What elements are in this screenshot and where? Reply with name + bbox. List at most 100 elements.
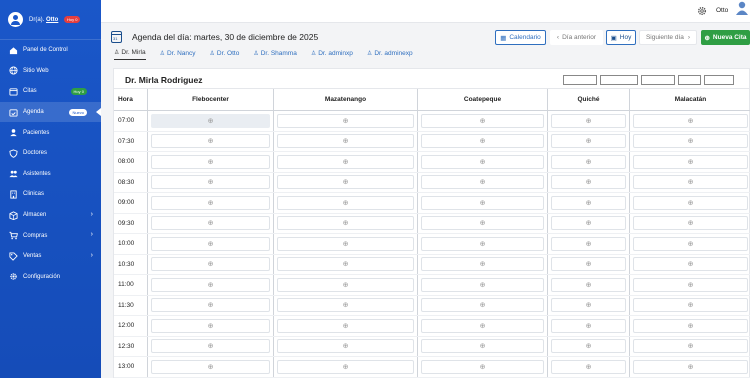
add-appointment-slot[interactable]: ⊕ — [277, 318, 414, 333]
add-appointment-slot[interactable]: ⊕ — [277, 154, 414, 169]
sidebar-item-panel-de-control[interactable]: Panel de Control — [0, 40, 101, 61]
add-appointment-slot[interactable]: ⊕ — [421, 216, 544, 231]
sidebar-item-agenda[interactable]: Agenda Nuevo — [0, 101, 101, 123]
sidebar-item-pacientes[interactable]: Pacientes — [0, 122, 101, 143]
add-appointment-slot[interactable]: ⊕ — [551, 257, 626, 272]
add-appointment-slot[interactable]: ⊕ — [633, 134, 748, 149]
add-appointment-slot[interactable]: ⊕ — [277, 339, 414, 354]
add-appointment-slot[interactable]: ⊕ — [551, 216, 626, 231]
tab-dr-mirla[interactable]: ♙ Dr. Mirla — [114, 47, 146, 60]
add-appointment-slot[interactable]: ⊕ — [551, 154, 626, 169]
table-row: 13:00 ⊕ ⊕ ⊕ ⊕ ⊕ — [114, 357, 750, 378]
add-appointment-slot[interactable]: ⊕ — [551, 359, 626, 374]
add-appointment-slot[interactable]: ⊕ — [421, 339, 544, 354]
add-appointment-slot[interactable]: ⊕ — [151, 236, 270, 251]
add-appointment-slot[interactable]: ⊕ — [633, 257, 748, 272]
sidebar-item-doctores[interactable]: Doctores — [0, 143, 101, 164]
location-filter-box[interactable] — [641, 75, 675, 85]
add-appointment-slot[interactable]: ⊕ — [551, 195, 626, 210]
add-appointment-slot[interactable]: ⊕ — [151, 134, 270, 149]
add-appointment-slot[interactable]: ⊕ — [151, 175, 270, 190]
today-button[interactable]: ▣ Hoy — [606, 30, 636, 45]
add-appointment-slot[interactable]: ⊕ — [151, 195, 270, 210]
add-appointment-slot[interactable]: ⊕ — [633, 154, 748, 169]
add-appointment-slot[interactable]: ⊕ — [277, 236, 414, 251]
add-appointment-slot[interactable]: ⊕ — [421, 236, 544, 251]
sidebar-item-citas[interactable]: Citas Hoy 0 — [0, 81, 101, 102]
add-appointment-slot[interactable]: ⊕ — [151, 216, 270, 231]
add-appointment-slot[interactable]: ⊕ — [551, 298, 626, 313]
profile-username[interactable]: Otto — [46, 17, 58, 23]
add-appointment-slot[interactable]: ⊕ — [421, 359, 544, 374]
add-appointment-slot[interactable]: ⊕ — [151, 298, 270, 313]
add-appointment-slot[interactable]: ⊕ — [151, 113, 270, 128]
add-appointment-slot[interactable]: ⊕ — [277, 359, 414, 374]
add-appointment-slot[interactable]: ⊕ — [551, 134, 626, 149]
add-appointment-slot[interactable]: ⊕ — [151, 277, 270, 292]
add-appointment-slot[interactable]: ⊕ — [551, 318, 626, 333]
add-appointment-slot[interactable]: ⊕ — [633, 195, 748, 210]
add-appointment-slot[interactable]: ⊕ — [277, 277, 414, 292]
tab-dr-otto[interactable]: ♙ Dr. Otto — [210, 47, 240, 60]
add-appointment-slot[interactable]: ⊕ — [277, 257, 414, 272]
sidebar-item-configuracion[interactable]: Configuración — [0, 267, 101, 288]
add-appointment-slot[interactable]: ⊕ — [551, 113, 626, 128]
add-appointment-slot[interactable]: ⊕ — [421, 134, 544, 149]
tab-dr-adminxp[interactable]: ♙ Dr. adminxp — [311, 47, 353, 60]
add-appointment-slot[interactable]: ⊕ — [421, 154, 544, 169]
calendar-button[interactable]: ▦ Calendario — [495, 30, 546, 45]
add-appointment-slot[interactable]: ⊕ — [421, 277, 544, 292]
add-appointment-slot[interactable]: ⊕ — [277, 134, 414, 149]
location-filter-box[interactable] — [678, 75, 701, 85]
sidebar-item-asistentes[interactable]: Asistentes — [0, 164, 101, 185]
sidebar-item-sitio-web[interactable]: Sitio Web — [0, 61, 101, 82]
add-appointment-slot[interactable]: ⊕ — [421, 298, 544, 313]
add-appointment-slot[interactable]: ⊕ — [633, 318, 748, 333]
add-appointment-slot[interactable]: ⊕ — [551, 175, 626, 190]
add-appointment-slot[interactable]: ⊕ — [421, 175, 544, 190]
add-appointment-slot[interactable]: ⊕ — [633, 339, 748, 354]
add-appointment-slot[interactable]: ⊕ — [633, 359, 748, 374]
location-filter-box[interactable] — [600, 75, 638, 85]
add-appointment-slot[interactable]: ⊕ — [151, 339, 270, 354]
add-appointment-slot[interactable]: ⊕ — [551, 236, 626, 251]
add-appointment-slot[interactable]: ⊕ — [277, 195, 414, 210]
add-appointment-slot[interactable]: ⊕ — [633, 277, 748, 292]
add-appointment-slot[interactable]: ⊕ — [633, 236, 748, 251]
new-appointment-button[interactable]: ⊕ Nueva Cita — [701, 30, 750, 45]
location-header: Coatepeque — [418, 89, 548, 110]
add-appointment-slot[interactable]: ⊕ — [421, 113, 544, 128]
add-appointment-slot[interactable]: ⊕ — [421, 195, 544, 210]
tab-dr-adminexp[interactable]: ♙ Dr. adminexp — [367, 47, 413, 60]
add-appointment-slot[interactable]: ⊕ — [277, 298, 414, 313]
next-day-button[interactable]: Siguiente día › — [639, 30, 697, 45]
add-appointment-slot[interactable]: ⊕ — [633, 113, 748, 128]
location-filter-box[interactable] — [563, 75, 597, 85]
sidebar-item-almacen[interactable]: Almacen › — [0, 205, 101, 226]
add-appointment-slot[interactable]: ⊕ — [151, 154, 270, 169]
add-appointment-slot[interactable]: ⊕ — [551, 277, 626, 292]
user-avatar-icon[interactable] — [734, 0, 750, 16]
add-appointment-slot[interactable]: ⊕ — [421, 257, 544, 272]
topbar-username[interactable]: Otto — [716, 7, 728, 14]
add-appointment-slot[interactable]: ⊕ — [633, 216, 748, 231]
add-appointment-slot[interactable]: ⊕ — [551, 339, 626, 354]
tab-dr-nancy[interactable]: ♙ Dr. Nancy — [160, 47, 196, 60]
add-appointment-slot[interactable]: ⊕ — [151, 318, 270, 333]
add-appointment-slot[interactable]: ⊕ — [633, 175, 748, 190]
add-appointment-slot[interactable]: ⊕ — [151, 359, 270, 374]
add-appointment-slot[interactable]: ⊕ — [277, 175, 414, 190]
sidebar-item-compras[interactable]: Compras › — [0, 225, 101, 246]
add-appointment-slot[interactable]: ⊕ — [633, 298, 748, 313]
previous-day-button[interactable]: ‹ Día anterior — [550, 30, 603, 45]
sidebar-item-ventas[interactable]: Ventas › — [0, 246, 101, 267]
add-appointment-slot[interactable]: ⊕ — [277, 113, 414, 128]
add-appointment-slot[interactable]: ⊕ — [151, 257, 270, 272]
sidebar-profile[interactable]: Dr(a). Otto Hoy 0 — [0, 0, 101, 40]
add-appointment-slot[interactable]: ⊕ — [277, 216, 414, 231]
tab-dr-shamma[interactable]: ♙ Dr. Shamma — [253, 47, 297, 60]
sidebar-item-clinicas[interactable]: Clinicas — [0, 184, 101, 205]
gear-icon[interactable] — [697, 6, 707, 16]
location-filter-box[interactable] — [704, 75, 734, 85]
add-appointment-slot[interactable]: ⊕ — [421, 318, 544, 333]
